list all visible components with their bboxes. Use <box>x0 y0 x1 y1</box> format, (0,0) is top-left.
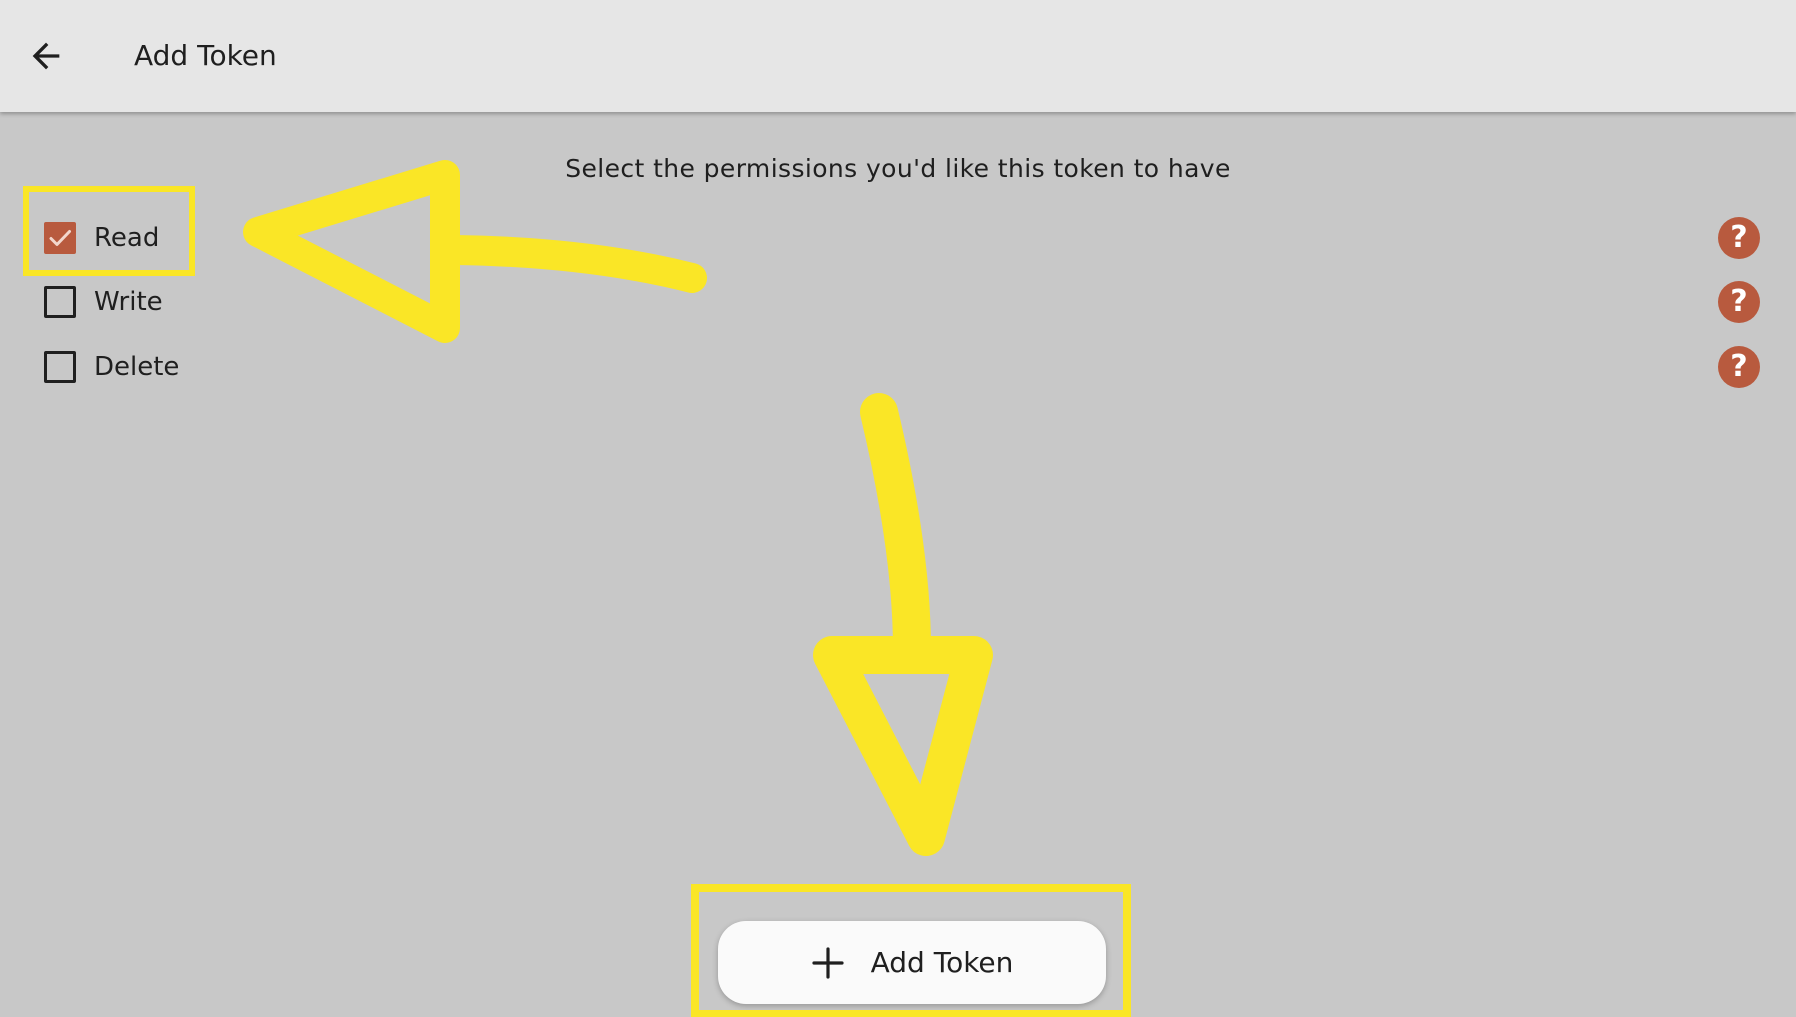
delete-help-button[interactable]: ? <box>1718 346 1760 388</box>
read-help-button[interactable]: ? <box>1718 217 1760 259</box>
app-bar: Add Token <box>0 0 1796 112</box>
arrow-left-icon <box>32 42 60 70</box>
plus-icon <box>811 946 845 980</box>
write-label[interactable]: Write <box>94 284 163 320</box>
permission-row-read: Read ? <box>40 213 1760 269</box>
read-checkbox[interactable] <box>44 222 76 254</box>
checkmark-icon <box>44 222 76 254</box>
down-arrow-annotation <box>813 393 993 856</box>
add-token-button-label: Add Token <box>870 945 1014 979</box>
add-token-page: Add Token Select the permissions you'd l… <box>0 0 1796 1017</box>
back-button[interactable] <box>22 32 70 80</box>
delete-checkbox[interactable] <box>44 351 76 383</box>
page-title: Add Token <box>134 39 277 72</box>
permissions-instructions: Select the permissions you'd like this t… <box>565 154 1231 183</box>
write-checkbox[interactable] <box>44 286 76 318</box>
permission-row-delete: Delete ? <box>40 342 1760 398</box>
write-help-button[interactable]: ? <box>1718 281 1760 323</box>
delete-label[interactable]: Delete <box>94 349 179 385</box>
question-mark-icon: ? <box>1730 220 1748 255</box>
question-mark-icon: ? <box>1730 349 1748 384</box>
read-label[interactable]: Read <box>94 220 159 256</box>
question-mark-icon: ? <box>1730 284 1748 319</box>
permission-row-write: Write ? <box>40 277 1760 333</box>
add-token-button[interactable]: Add Token <box>718 921 1106 1004</box>
